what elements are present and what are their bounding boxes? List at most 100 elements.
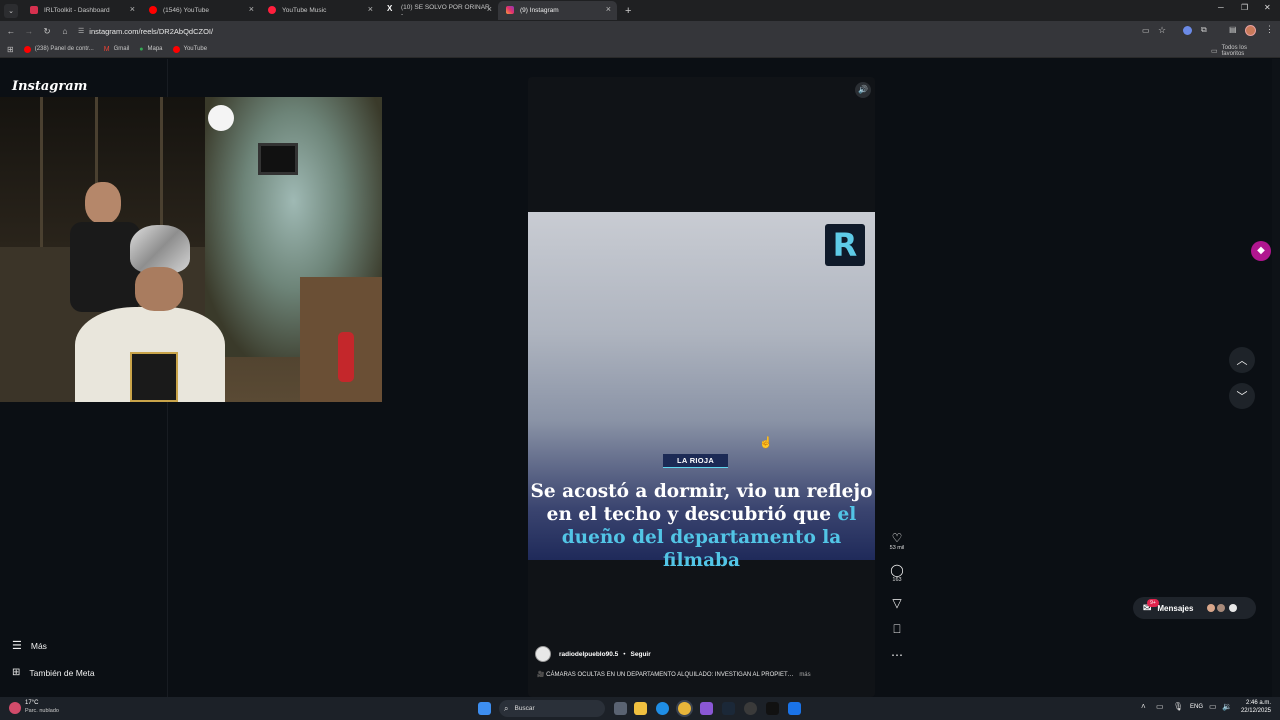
- chevron-up-icon[interactable]: ˄: [1141, 702, 1146, 711]
- author-username[interactable]: radiodelpueblo90.5: [559, 651, 618, 658]
- weather-desc[interactable]: Parc. nublado: [25, 708, 59, 714]
- close-icon[interactable]: ×: [606, 4, 611, 14]
- sidebar-item-also-from-meta[interactable]: ⊞ También de Meta: [12, 667, 95, 678]
- back-icon[interactable]: ←: [2, 26, 20, 36]
- bookmark-label: YouTube: [183, 46, 208, 52]
- new-tab-button[interactable]: +: [625, 5, 631, 17]
- meta-grid-icon: ⊞: [12, 667, 21, 678]
- mouse-pointer-icon: ☝: [759, 437, 773, 449]
- profile-avatar[interactable]: [1245, 25, 1256, 36]
- extension-bubble-icon[interactable]: ◆: [1251, 241, 1271, 261]
- scrollbar[interactable]: [1272, 59, 1280, 697]
- bookmark-gmail[interactable]: M Gmail: [104, 46, 130, 53]
- start-icon[interactable]: [478, 702, 491, 715]
- bookmark-panel[interactable]: (238) Panel de contr...: [23, 45, 94, 53]
- weather-temp[interactable]: 17°C: [25, 700, 38, 706]
- tab-irltoolkit[interactable]: IRLToolkit - Dashboard ×: [22, 1, 141, 20]
- clock-date[interactable]: 22/12/2025: [1238, 708, 1271, 714]
- steam-icon[interactable]: [722, 702, 735, 715]
- author-avatar[interactable]: [535, 646, 551, 662]
- tab-title: YouTube Music: [282, 7, 327, 14]
- reload-icon[interactable]: ↻: [38, 26, 56, 37]
- search-icon: ⌕: [504, 703, 509, 713]
- folder-icon: ▭: [1211, 48, 1218, 55]
- obs-icon[interactable]: [744, 702, 757, 715]
- chevron-up-icon: ︿: [1236, 355, 1248, 367]
- side-panel-icon[interactable]: ▤: [1229, 25, 1237, 34]
- microphone-icon[interactable]: 🎙: [1173, 702, 1183, 711]
- sidebar-item-label: También de Meta: [29, 667, 95, 678]
- language-indicator[interactable]: ENG: [1190, 704, 1203, 710]
- sidebar-item-more[interactable]: ☰ Más: [12, 639, 47, 652]
- tray-icon[interactable]: ▭: [1156, 702, 1164, 711]
- extensions-puzzle-icon[interactable]: ⧉: [1201, 25, 1207, 35]
- forward-icon[interactable]: →: [20, 26, 38, 36]
- share-button[interactable]: ▽: [886, 596, 908, 610]
- youtube-music-icon: [268, 6, 276, 14]
- file-explorer-icon[interactable]: [634, 702, 647, 715]
- tab-youtube[interactable]: (1546) YouTube ×: [141, 1, 260, 20]
- youtube-icon: [172, 45, 180, 53]
- bookmark-youtube[interactable]: YouTube: [172, 45, 208, 53]
- messages-badge: 9+: [1147, 599, 1159, 607]
- tab-search-button[interactable]: ⌄: [4, 3, 18, 18]
- send-icon: ▽: [892, 596, 902, 610]
- chevron-down-icon: ﹀: [1236, 391, 1248, 403]
- close-icon[interactable]: ×: [249, 4, 254, 14]
- all-bookmarks[interactable]: ▭ Todos los favoritos: [1211, 45, 1270, 57]
- messages-label: Mensajes: [1157, 603, 1194, 613]
- edge-icon[interactable]: [656, 702, 669, 715]
- reel-player[interactable]: 🔊 R LA RIOJA Se acostó a dormir, vio un …: [528, 77, 875, 697]
- reel-caption: 🎥 CÁMARAS OCULTAS EN UN DEPARTAMENTO ALQ…: [537, 672, 794, 678]
- save-button[interactable]: ⎕: [886, 622, 908, 636]
- url-field[interactable]: ☰ instagram.com/reels/DR2AbQdCZOI/: [78, 24, 213, 39]
- youtube-studio-icon: [23, 45, 31, 53]
- close-icon[interactable]: ×: [487, 4, 492, 14]
- volume-icon[interactable]: 🔊: [855, 82, 871, 98]
- clock-time[interactable]: 2:46 a.m.: [1241, 700, 1271, 706]
- maximize-icon[interactable]: ❐: [1241, 3, 1248, 12]
- cast-icon[interactable]: ▭: [1142, 26, 1150, 35]
- caption-more-link[interactable]: más: [799, 672, 810, 678]
- tab-x-post[interactable]: X (10) SE SOLVO POR ORINAR - ×: [379, 1, 498, 20]
- close-icon[interactable]: ×: [130, 4, 135, 14]
- chrome-icon[interactable]: [678, 702, 691, 715]
- tab-instagram[interactable]: (9) Instagram ×: [498, 1, 617, 20]
- reel-author-row: radiodelpueblo90.5 • Seguir: [535, 646, 651, 662]
- more-dots-icon: ⋯: [891, 648, 903, 662]
- window-close-icon[interactable]: ✕: [1264, 3, 1271, 12]
- gmail-icon: M: [103, 45, 110, 53]
- home-icon[interactable]: ⌂: [56, 26, 74, 36]
- previous-reel-button[interactable]: ︿: [1229, 347, 1255, 373]
- extension-icon[interactable]: [1183, 26, 1192, 35]
- like-count: 53 mil: [889, 545, 905, 551]
- site-info-icon[interactable]: ☰: [78, 27, 84, 35]
- like-button[interactable]: ♡ 53 mil: [886, 531, 908, 551]
- apps-grid-icon[interactable]: ⊞: [7, 45, 14, 54]
- more-options-button[interactable]: ⋯: [886, 648, 908, 662]
- instagram-logo[interactable]: Instagram: [12, 79, 87, 94]
- app-icon[interactable]: [700, 702, 713, 715]
- maps-pin-icon: ●: [139, 45, 144, 53]
- bookmark-star-icon[interactable]: ☆: [1158, 25, 1166, 36]
- tiktok-icon[interactable]: [766, 702, 779, 715]
- headline-text: Se acostó a dormir, vio un reflejo en el…: [530, 481, 873, 525]
- bookmark-maps[interactable]: ● Mapa: [139, 46, 162, 53]
- x-icon: X: [387, 4, 393, 13]
- close-icon[interactable]: ×: [368, 4, 373, 14]
- tab-youtube-music[interactable]: YouTube Music ×: [260, 1, 379, 20]
- follow-button[interactable]: Seguir: [631, 651, 651, 658]
- volume-icon[interactable]: 🔉: [1222, 702, 1232, 711]
- minimize-icon[interactable]: ─: [1218, 3, 1224, 12]
- irltoolkit-icon: [30, 6, 38, 14]
- comment-icon: ◯: [890, 563, 904, 577]
- youtube-icon: [149, 6, 157, 14]
- task-view-icon[interactable]: [614, 702, 627, 715]
- search-box[interactable]: ⌕ Buscar: [499, 700, 605, 717]
- app-icon[interactable]: [788, 702, 801, 715]
- menu-kebab-icon[interactable]: ⋮: [1265, 24, 1274, 35]
- bookmark-icon: ⎕: [893, 622, 901, 636]
- comment-button[interactable]: ◯ 163: [886, 563, 908, 583]
- next-reel-button[interactable]: ﹀: [1229, 383, 1255, 409]
- network-icon[interactable]: ▭: [1209, 702, 1217, 711]
